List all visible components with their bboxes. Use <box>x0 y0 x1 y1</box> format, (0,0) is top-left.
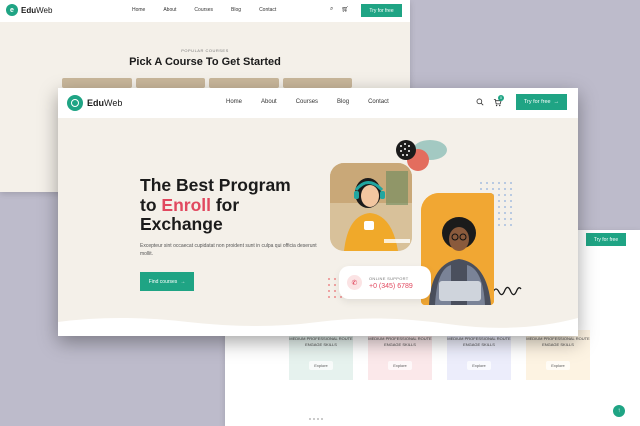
nav-item-courses[interactable]: Courses <box>194 7 213 13</box>
arrow-right-icon: → <box>553 99 560 105</box>
brand-light: Web <box>104 98 123 108</box>
nav-item-blog[interactable]: Blog <box>337 99 349 105</box>
nav-item-courses[interactable]: Courses <box>296 99 318 105</box>
course-card[interactable]: MEDIUM PROFESSIONAL ROUTE ENGAGE SKILLS … <box>368 330 432 380</box>
nav-item-contact[interactable]: Contact <box>259 7 276 13</box>
course-card[interactable]: MEDIUM PROFESSIONAL ROUTE ENGAGE SKILLS … <box>447 330 511 380</box>
cart-icon[interactable]: 🛒︎ <box>341 6 349 13</box>
card-caption-2: ENGAGE SKILLS <box>542 342 574 347</box>
arrow-right-icon: → <box>180 278 186 285</box>
hero-description: Excepteur sint occaecat cupidatat non pr… <box>140 243 317 257</box>
course-thumbnail[interactable] <box>135 78 205 88</box>
card-caption-2: ENGAGE SKILLS <box>463 342 495 347</box>
card-pill[interactable]: Explore <box>309 361 333 370</box>
nav-item-blog[interactable]: Blog <box>231 7 241 13</box>
decorative-squiggle <box>492 286 522 296</box>
try-free-label: Try for free <box>523 99 551 105</box>
nav-item-about[interactable]: About <box>163 7 176 13</box>
logo[interactable]: EduWeb <box>67 95 122 111</box>
scroll-top-button[interactable]: ↑ <box>613 405 625 417</box>
main-nav: Home About Courses Blog Contact <box>226 99 408 105</box>
search-icon[interactable] <box>476 98 484 106</box>
student-photo-woman <box>330 163 412 251</box>
support-label: ONLINE SUPPORT <box>369 276 409 281</box>
phone-icon: ✆ <box>347 275 362 290</box>
arrow-up-icon: ↑ <box>617 408 621 414</box>
nav-item-home[interactable]: Home <box>132 7 145 13</box>
card-pill[interactable]: Explore <box>546 361 570 370</box>
back-left-logo[interactable]: e EduWeb <box>6 4 52 16</box>
back-left-nav: Home About Courses Blog Contact <box>132 7 276 13</box>
student-photo-man <box>421 193 494 305</box>
course-card[interactable]: MEDIUM PROFESSIONAL ROUTE ENGAGE SKILLS … <box>289 330 353 380</box>
card-pill[interactable]: Explore <box>467 361 491 370</box>
brand-bold: Edu <box>21 5 37 15</box>
course-card[interactable]: MEDIUM PROFESSIONAL ROUTE ENGAGE SKILLS … <box>526 330 590 380</box>
course-thumbnail[interactable] <box>209 78 279 88</box>
logo-mark-icon <box>67 95 83 111</box>
logo-mark-icon: e <box>6 4 18 16</box>
nav-item-about[interactable]: About <box>261 99 277 105</box>
nav-item-contact[interactable]: Contact <box>368 99 389 105</box>
try-free-button[interactable]: Try for free <box>586 233 626 246</box>
course-thumbnails-strip <box>62 78 352 88</box>
online-support-card[interactable]: ✆ ONLINE SUPPORT +0 (345) 6789 <box>339 266 431 299</box>
card-pill[interactable]: Explore <box>388 361 412 370</box>
section-subtitle: POPULAR COURSES <box>181 48 229 53</box>
card-caption-2: ENGAGE SKILLS <box>305 342 337 347</box>
course-thumbnail[interactable] <box>282 78 352 88</box>
hero-title-line3: Exchange <box>140 214 223 234</box>
course-thumbnail[interactable] <box>62 78 132 88</box>
support-phone[interactable]: +0 (345) 6789 <box>369 283 413 290</box>
hero-title-post: for <box>210 194 240 215</box>
hero-title-line1: The Best Program <box>140 175 291 195</box>
card-caption-2: ENGAGE SKILLS <box>384 342 416 347</box>
search-icon[interactable]: ⌕ <box>330 6 333 13</box>
try-free-button[interactable]: Try for free → <box>516 94 567 110</box>
main-page-preview: EduWeb Home About Courses Blog Contact 0… <box>58 88 578 336</box>
cart-count-badge: 0 <box>498 95 504 101</box>
find-courses-button[interactable]: Find courses → <box>140 272 194 291</box>
brand-bold: Edu <box>87 98 104 108</box>
back-left-header: e EduWeb Home About Courses Blog Contact… <box>0 0 410 22</box>
find-courses-label: Find courses <box>148 278 178 285</box>
bottom-wave-divider <box>58 318 578 336</box>
try-free-button[interactable]: Try for free <box>361 4 402 17</box>
hero-title: The Best Program to Enroll for Exchange <box>140 175 320 235</box>
pagination-dots[interactable] <box>309 418 323 420</box>
hero-title-pre: to <box>140 194 162 215</box>
hero-title-accent: Enroll <box>161 194 211 215</box>
nav-item-home[interactable]: Home <box>226 99 242 105</box>
section-title: Pick A Course To Get Started <box>129 56 281 68</box>
course-cards: MEDIUM PROFESSIONAL ROUTE ENGAGE SKILLS … <box>289 330 590 380</box>
brand-light: Web <box>36 5 53 15</box>
header: EduWeb Home About Courses Blog Contact 0… <box>58 88 578 118</box>
